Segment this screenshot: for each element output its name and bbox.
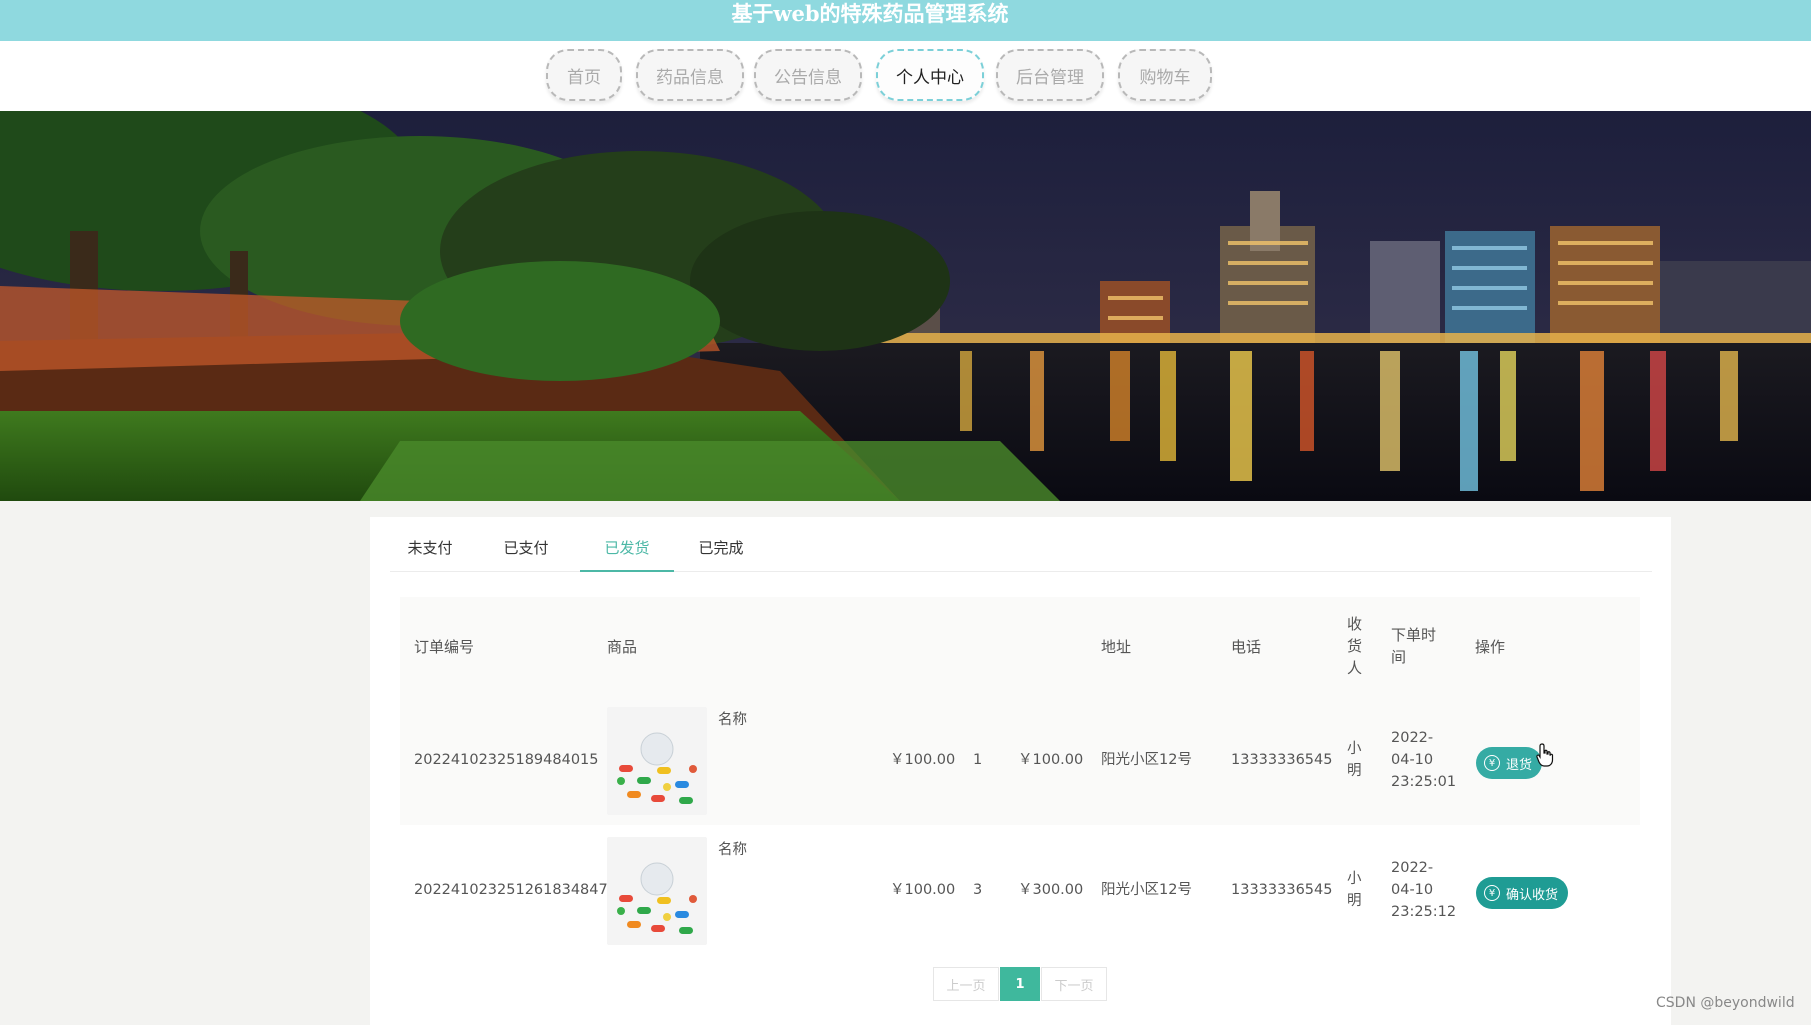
tab-paid[interactable]: 已支付: [486, 537, 566, 572]
order-status-tabs: 未支付 已支付 已发货 已完成: [390, 517, 1652, 572]
receiver: 小明: [1347, 871, 1362, 909]
col-order-no: 订单编号: [414, 638, 475, 656]
return-goods-button[interactable]: ¥ 退货: [1476, 747, 1543, 779]
order-clock: 23:25:01: [1391, 774, 1457, 790]
prev-page-button[interactable]: 上一页: [933, 967, 999, 1001]
nav-admin[interactable]: 后台管理: [996, 49, 1104, 101]
tab-completed[interactable]: 已完成: [676, 537, 766, 572]
col-receiver: 收货人: [1347, 615, 1363, 677]
confirm-receipt-button[interactable]: ¥ 确认收货: [1476, 877, 1569, 909]
pills-image-icon: [607, 837, 707, 945]
total-price: ￥100.00: [1018, 752, 1084, 768]
pagination: 上一页 1 下一页: [933, 967, 1108, 1001]
order-date: 2022-04-10: [1391, 860, 1434, 898]
phone: 13333336545: [1231, 882, 1333, 898]
product-name: 名称: [718, 712, 747, 728]
yen-icon: ¥: [1484, 755, 1500, 771]
nav-announcements[interactable]: 公告信息: [754, 49, 862, 101]
nav-home[interactable]: 首页: [546, 49, 622, 101]
col-address: 地址: [1101, 638, 1132, 656]
unit-price: ￥100.00: [890, 882, 956, 898]
address: 阳光小区12号: [1101, 882, 1192, 898]
top-header-bar: 基于web的特殊药品管理系统: [0, 0, 1811, 41]
order-date: 2022-04-10: [1391, 730, 1434, 768]
nav-drug-info[interactable]: 药品信息: [636, 49, 744, 101]
return-goods-label: 退货: [1506, 757, 1533, 773]
order-no: 20224102325189484015: [414, 752, 599, 768]
product-name: 名称: [718, 842, 747, 858]
hero-banner-image: [0, 111, 1811, 501]
watermark: CSDN @beyondwild: [1656, 995, 1795, 1011]
night-cityscape-illustration: [0, 111, 1811, 501]
product-thumbnail[interactable]: [607, 837, 707, 945]
table-row: 20224102325189484015 名称 ￥100.00 1 ￥100.0…: [400, 697, 1640, 825]
yen-icon: ¥: [1484, 885, 1500, 901]
col-product: 商品: [607, 638, 638, 656]
site-title: 基于web的特殊药品管理系统: [731, 1, 1009, 26]
orders-table-header: 订单编号 商品 地址 电话 收货人 下单时间 操作: [400, 597, 1640, 697]
receiver: 小明: [1347, 741, 1362, 779]
pills-image-icon: [607, 707, 707, 815]
orders-panel: 未支付 已支付 已发货 已完成 订单编号 商品 地址 电话 收货人 下单时间 操…: [370, 517, 1671, 1025]
quantity: 3: [973, 882, 983, 898]
total-price: ￥300.00: [1018, 882, 1084, 898]
tab-unpaid[interactable]: 未支付: [390, 537, 470, 572]
col-phone: 电话: [1231, 638, 1262, 656]
tab-shipped[interactable]: 已发货: [580, 537, 674, 572]
nav-personal-center[interactable]: 个人中心: [876, 49, 984, 101]
order-clock: 23:25:12: [1391, 904, 1457, 920]
main-nav: 首页 药品信息 公告信息 个人中心 后台管理 购物车: [0, 41, 1811, 111]
phone: 13333336545: [1231, 752, 1333, 768]
page-1-button[interactable]: 1: [1000, 967, 1040, 1001]
unit-price: ￥100.00: [890, 752, 956, 768]
next-page-button[interactable]: 下一页: [1041, 967, 1107, 1001]
order-no: 202241023251261834847: [414, 882, 608, 898]
address: 阳光小区12号: [1101, 752, 1192, 768]
product-thumbnail[interactable]: [607, 707, 707, 815]
table-row: 202241023251261834847 名称 ￥100.00 3 ￥300.…: [400, 827, 1640, 955]
confirm-receipt-label: 确认收货: [1506, 887, 1559, 903]
col-order-time: 下单时间: [1391, 626, 1437, 666]
quantity: 1: [973, 752, 983, 768]
col-action: 操作: [1475, 638, 1506, 656]
nav-cart[interactable]: 购物车: [1118, 49, 1212, 101]
hand-cursor-icon: [1536, 743, 1554, 771]
